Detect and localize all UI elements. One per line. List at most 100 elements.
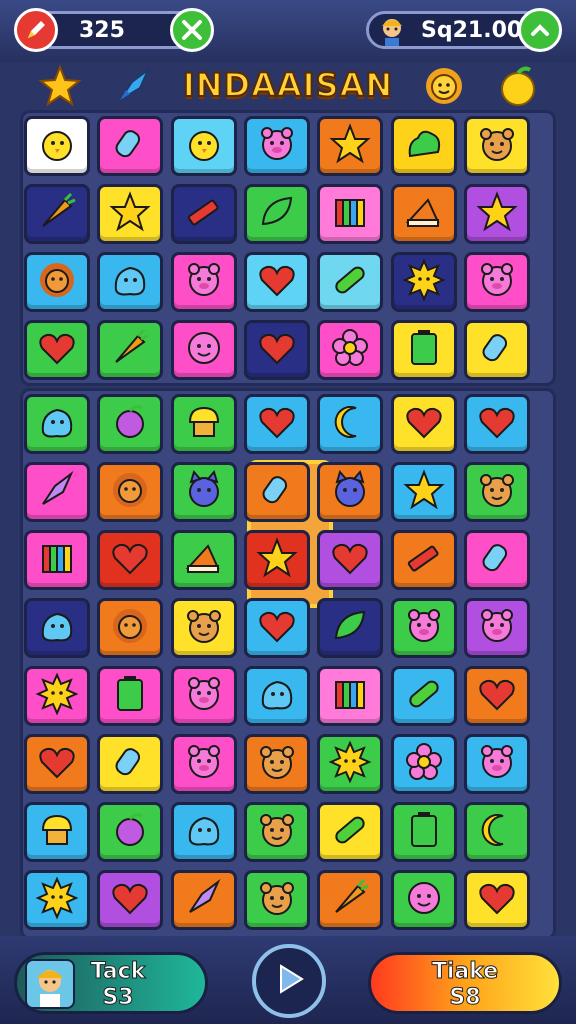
bear-tile[interactable]	[463, 462, 530, 522]
leaf-tile[interactable]	[317, 598, 384, 658]
crayon-tile[interactable]	[170, 184, 237, 244]
grape-tile[interactable]	[97, 394, 164, 454]
battery-tile[interactable]	[390, 802, 457, 862]
bear-tile[interactable]	[170, 598, 237, 658]
play-button[interactable]	[252, 944, 326, 1018]
battery-tile[interactable]	[97, 666, 164, 726]
blob-tile[interactable]	[243, 666, 310, 726]
blob-tile[interactable]	[170, 802, 237, 862]
blob-tile[interactable]	[24, 394, 90, 454]
star-tile[interactable]	[317, 116, 384, 176]
bear-tile[interactable]	[243, 802, 310, 862]
heart-tile[interactable]	[463, 870, 530, 930]
blob-tile[interactable]	[97, 252, 164, 312]
cucumber-tile[interactable]	[317, 802, 384, 862]
heart-tile[interactable]	[463, 666, 530, 726]
heart-tile[interactable]	[97, 870, 164, 930]
cake-tile[interactable]	[170, 530, 237, 590]
star-tile[interactable]	[243, 530, 310, 590]
smile-tile[interactable]	[390, 870, 457, 930]
pig-tile[interactable]	[463, 598, 530, 658]
pig-tile[interactable]	[463, 252, 530, 312]
rocket-tile[interactable]	[24, 462, 90, 522]
heart-tile[interactable]	[243, 320, 310, 380]
heart-tile[interactable]	[24, 734, 90, 794]
carrot-tile[interactable]	[97, 320, 164, 380]
smile-tile[interactable]	[170, 320, 237, 380]
pig-tile[interactable]	[390, 598, 457, 658]
cat-tile[interactable]	[317, 462, 384, 522]
flower-tile[interactable]	[317, 320, 384, 380]
cucumber-tile[interactable]	[317, 252, 384, 312]
tools-icon[interactable]	[170, 8, 214, 52]
bear-tile[interactable]	[243, 870, 310, 930]
heart-tile[interactable]	[97, 530, 164, 590]
star-tile[interactable]	[390, 462, 457, 522]
blob-tile[interactable]	[24, 598, 90, 658]
carrot-tile[interactable]	[317, 870, 384, 930]
pig-tile[interactable]	[170, 252, 237, 312]
popsicle-tile[interactable]	[97, 116, 164, 176]
heart-tile[interactable]	[390, 394, 457, 454]
flower-tile[interactable]	[390, 734, 457, 794]
lion-tile[interactable]	[24, 252, 90, 312]
tiake-button[interactable]: Tiake S8	[368, 952, 562, 1014]
pig-tile[interactable]	[243, 116, 310, 176]
muffin-tile[interactable]	[24, 802, 90, 862]
bush-tile[interactable]	[390, 116, 457, 176]
popsicle-icon	[108, 122, 152, 170]
star-tile[interactable]	[463, 184, 530, 244]
cake-tile[interactable]	[390, 184, 457, 244]
leaf-tile[interactable]	[243, 184, 310, 244]
books-tile[interactable]	[24, 530, 90, 590]
flower-icon	[402, 740, 446, 788]
heart-tile[interactable]	[24, 320, 90, 380]
crescent-tile[interactable]	[463, 802, 530, 862]
heart-tile[interactable]	[243, 598, 310, 658]
popsicle-tile[interactable]	[463, 530, 530, 590]
popsicle-tile[interactable]	[243, 462, 310, 522]
sun-tile[interactable]	[24, 870, 90, 930]
popsicle-tile[interactable]	[97, 734, 164, 794]
sun-tile[interactable]	[390, 252, 457, 312]
pig-tile[interactable]	[463, 734, 530, 794]
rocket-tile[interactable]	[170, 870, 237, 930]
heart-tile[interactable]	[463, 394, 530, 454]
heart-tile[interactable]	[243, 394, 310, 454]
tack-label: Tack	[90, 959, 146, 985]
bear-tile[interactable]	[463, 116, 530, 176]
bear-tile[interactable]	[243, 734, 310, 794]
cucumber-tile[interactable]	[390, 666, 457, 726]
sun-tile[interactable]	[24, 666, 90, 726]
chick-tile[interactable]	[24, 116, 90, 176]
grape-tile[interactable]	[97, 802, 164, 862]
muffin-tile[interactable]	[170, 394, 237, 454]
sun-tile[interactable]	[317, 734, 384, 794]
score-value: 325	[79, 18, 125, 43]
cat-tile[interactable]	[170, 462, 237, 522]
muffin-icon	[182, 400, 226, 448]
blob-icon	[108, 258, 152, 306]
lion-tile[interactable]	[97, 598, 164, 658]
chevron-up-icon[interactable]	[518, 8, 562, 52]
popsicle-icon	[475, 326, 519, 374]
popsicle-tile[interactable]	[463, 320, 530, 380]
heart-tile[interactable]	[317, 530, 384, 590]
pencil-icon[interactable]	[14, 8, 58, 52]
pig-tile[interactable]	[170, 666, 237, 726]
crayon-tile[interactable]	[390, 530, 457, 590]
pig-tile[interactable]	[170, 734, 237, 794]
crescent-tile[interactable]	[317, 394, 384, 454]
chick-tile[interactable]	[170, 116, 237, 176]
carrot-tile[interactable]	[24, 184, 90, 244]
currency-value: Sq21.00	[421, 18, 523, 43]
books-tile[interactable]	[317, 666, 384, 726]
books-icon	[35, 536, 79, 584]
books-tile[interactable]	[317, 184, 384, 244]
star-tile[interactable]	[97, 184, 164, 244]
bear-icon	[475, 122, 519, 170]
lion-tile[interactable]	[97, 462, 164, 522]
tack-button[interactable]: Tack S3	[14, 952, 208, 1014]
heart-tile[interactable]	[243, 252, 310, 312]
battery-tile[interactable]	[390, 320, 457, 380]
